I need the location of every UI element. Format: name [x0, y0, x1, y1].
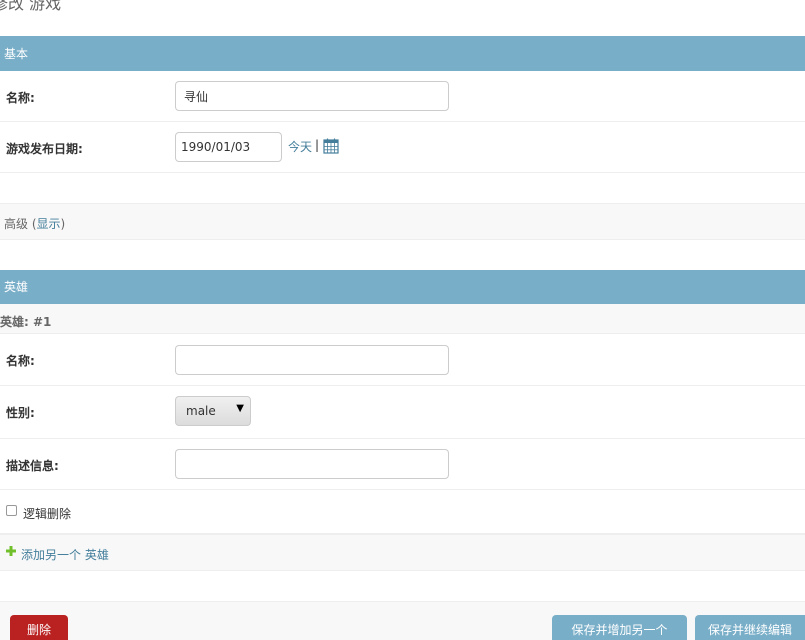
hero-row-logic-delete: 逻辑删除 — [0, 490, 805, 534]
hero-gender-selected-value: male — [186, 404, 216, 418]
hero-desc-input[interactable] — [175, 449, 449, 479]
name-label: 名称: — [6, 91, 35, 105]
add-another-hero-link[interactable]: 添加另一个 英雄 — [21, 546, 109, 563]
hero-gender-label: 性别: — [6, 406, 35, 420]
advanced-close-paren: ) — [60, 217, 66, 231]
admin-change-form: 修改 游戏 基本 名称: 游戏发布日期: 今天 | — [0, 0, 805, 640]
logic-delete-checkbox[interactable] — [6, 505, 17, 516]
calendar-icon[interactable] — [323, 138, 339, 158]
hero-row-description: 描述信息: — [0, 439, 805, 490]
select-arrow-icon: ▼ — [236, 403, 244, 414]
advanced-label: 高级 ( — [4, 217, 37, 231]
release-date-label: 游戏发布日期: — [6, 142, 83, 156]
today-link[interactable]: 今天 — [288, 138, 312, 155]
add-icon[interactable] — [6, 545, 16, 559]
fieldset-basic-title: 基本 — [4, 47, 29, 61]
hero-name-label: 名称: — [6, 354, 35, 368]
page-title: 修改 游戏 — [0, 0, 62, 13]
logic-delete-label[interactable]: 逻辑删除 — [23, 505, 71, 522]
release-date-input[interactable] — [175, 132, 282, 162]
inline-hero-title: 英雄 — [4, 280, 29, 294]
delete-button[interactable]: 删除 — [10, 615, 68, 640]
hero-row-gender: 性别: male ▼ — [0, 386, 805, 439]
save-and-add-another-button[interactable]: 保存并增加另一个 — [552, 615, 687, 640]
form-row-release-date: 游戏发布日期: 今天 | — [0, 122, 805, 173]
inline-hero-item-title: 英雄: #1 — [0, 304, 805, 334]
advanced-show-link[interactable]: 显示 — [37, 217, 61, 231]
save-and-continue-button[interactable]: 保存并继续编辑 — [695, 615, 805, 640]
submit-row: 删除 保存并增加另一个 保存并继续编辑 — [0, 601, 805, 640]
inline-hero-item-label: 英雄: #1 — [0, 315, 52, 329]
fieldset-basic-header: 基本 — [0, 36, 805, 71]
inline-add-row: 添加另一个 英雄 — [0, 534, 805, 571]
hero-desc-label: 描述信息: — [6, 459, 59, 473]
form-row-name: 名称: — [0, 71, 805, 122]
inline-hero-header: 英雄 — [0, 270, 805, 304]
hero-row-name: 名称: — [0, 334, 805, 386]
name-input[interactable] — [175, 81, 449, 111]
fieldset-advanced-collapsed: 高级 (显示) — [0, 203, 805, 240]
hero-gender-select[interactable]: male ▼ — [175, 396, 251, 426]
hero-name-input[interactable] — [175, 345, 449, 375]
date-shortcut-separator: | — [315, 138, 320, 152]
